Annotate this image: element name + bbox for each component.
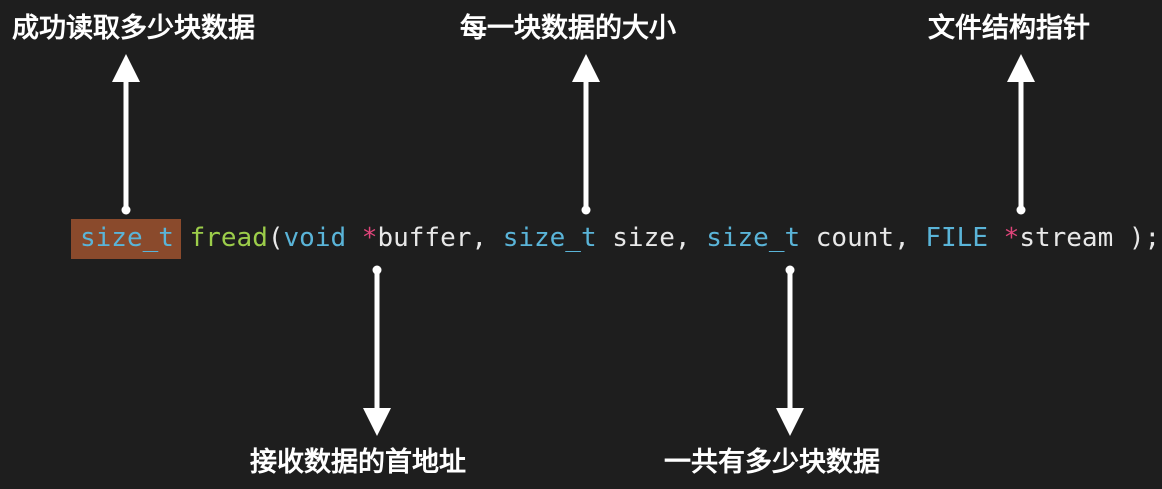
arrow-count <box>776 265 804 436</box>
label-size: 每一块数据的大小 <box>460 13 676 44</box>
label-return-value: 成功读取多少块数据 <box>12 13 255 44</box>
label-count: 一共有多少块数据 <box>664 447 880 478</box>
label-buffer: 接收数据的首地址 <box>250 447 466 478</box>
label-stream: 文件结构指针 <box>928 13 1090 44</box>
arrow-stream <box>1007 54 1035 215</box>
arrows-layer <box>112 54 1035 436</box>
arrow-return-value <box>112 54 140 215</box>
arrow-buffer <box>363 265 391 436</box>
arrow-size <box>572 54 600 215</box>
